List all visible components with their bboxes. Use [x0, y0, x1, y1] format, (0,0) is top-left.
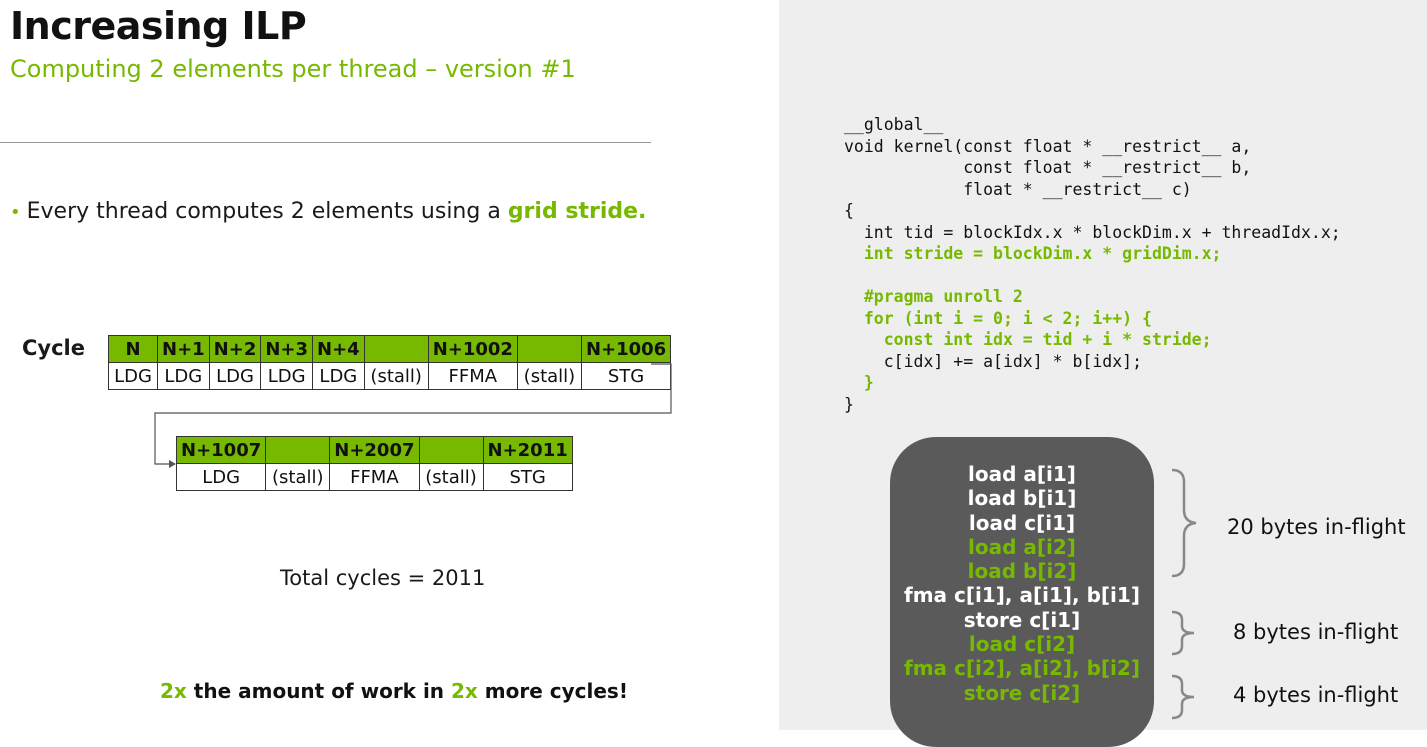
conclusion-factor: 2x [160, 679, 187, 703]
cycle-header-row: N+1007 N+2007 N+2011 [175, 436, 573, 464]
instruction-list: load a[i1] load b[i1] load c[i1] load a[… [890, 462, 1154, 705]
cycle-cell: N+2011 [482, 436, 573, 464]
code-line-highlight: } [844, 373, 874, 392]
cycle-cell: N+4 [312, 335, 365, 363]
instruction-cell: LDG [208, 362, 262, 390]
cycle-cell [418, 436, 484, 464]
instruction-cell: FFMA [329, 463, 420, 491]
slide-title: Increasing ILP [10, 4, 307, 48]
instruction-row: LDG LDG LDG LDG LDG (stall) FFMA (stall)… [108, 362, 672, 390]
instruction-line-highlight: store c[i2] [963, 680, 1081, 705]
conclusion-text-part: more cycles! [477, 679, 628, 703]
code-line: void kernel(const float * __restrict__ a… [844, 136, 1252, 156]
code-line: } [844, 394, 854, 414]
pipeline-row-2: N+1007 N+2007 N+2011 LDG (stall) FFMA (s… [175, 436, 573, 491]
instruction-line: load a[i1] [968, 462, 1076, 486]
bullet-text: Every thread computes 2 elements using a [26, 199, 508, 224]
code-block: __global__void kernel(const float * __re… [844, 114, 1341, 415]
instruction-line: load b[i1] [967, 486, 1077, 511]
code-line-highlight: const int idx = tid + i * stride; [844, 330, 1212, 349]
slide-subtitle: Computing 2 elements per thread – versio… [10, 55, 576, 83]
code-line-highlight: #pragma unroll 2 [844, 287, 1023, 306]
instruction-cell: STG [482, 463, 573, 491]
code-line: int tid = blockIdx.x * blockDim.x + thre… [844, 222, 1341, 242]
instruction-line: fma c[i1], a[i1], b[i1] [904, 583, 1140, 608]
in-flight-label: 4 bytes in-flight [1233, 683, 1399, 707]
total-cycles: Total cycles = 2011 [280, 566, 486, 590]
cycle-cell: N+1 [157, 335, 210, 363]
cycle-cell [363, 335, 429, 363]
cycle-label: Cycle [22, 336, 85, 360]
instruction-cell: LDG [260, 362, 314, 390]
brace-icon [1171, 674, 1195, 720]
cycle-cell: N+1002 [427, 335, 518, 363]
conclusion-text: 2x the amount of work in 2x more cycles! [160, 679, 628, 703]
instruction-line-highlight: load b[i2] [967, 559, 1077, 584]
cycle-cell: N+2 [208, 335, 262, 363]
bullet-point: • Every thread computes 2 elements using … [10, 199, 646, 224]
instruction-line: load c[i1] [968, 510, 1076, 535]
cycle-cell: N+2007 [329, 436, 420, 464]
stall-cell: (stall) [516, 362, 582, 390]
instruction-line-highlight: load a[i2] [968, 534, 1076, 559]
cycle-cell: N+1006 [580, 335, 672, 363]
conclusion-text-part: the amount of work in [186, 679, 451, 703]
stall-cell: (stall) [265, 463, 331, 491]
stall-cell: (stall) [363, 362, 429, 390]
instruction-cell: STG [580, 362, 672, 390]
cycle-header-row: N N+1 N+2 N+3 N+4 N+1002 N+1006 [108, 335, 672, 363]
code-line-highlight: int stride = blockDim.x * gridDim.x; [844, 244, 1222, 263]
instruction-line-highlight: fma c[i2], a[i2], b[i2] [904, 656, 1140, 681]
title-divider [0, 142, 651, 143]
stall-cell: (stall) [418, 463, 484, 491]
instruction-cell: LDG [108, 362, 158, 390]
in-flight-label: 20 bytes in-flight [1227, 515, 1406, 539]
brace-icon [1171, 468, 1197, 578]
instruction-cell: LDG [312, 362, 365, 390]
cycle-cell [516, 335, 582, 363]
instruction-line: store c[i1] [963, 607, 1081, 632]
code-line-highlight: for (int i = 0; i < 2; i++) { [844, 308, 1152, 328]
instruction-cell: LDG [175, 463, 267, 491]
instruction-line-highlight: load c[i2] [968, 632, 1076, 657]
cycle-cell: N [108, 335, 158, 363]
brace-icon [1171, 610, 1195, 656]
instruction-cell: LDG [157, 362, 210, 390]
bullet-marker: • [10, 202, 21, 223]
cycle-cell: N+1007 [175, 436, 267, 464]
instruction-row: LDG (stall) FFMA (stall) STG [175, 463, 573, 491]
code-line: __global__ [844, 115, 944, 134]
conclusion-factor: 2x [451, 679, 478, 703]
instruction-cell: FFMA [427, 362, 518, 390]
cycle-cell [265, 436, 331, 464]
cycle-cell: N+3 [260, 335, 314, 363]
in-flight-label: 8 bytes in-flight [1233, 620, 1399, 644]
code-line: const float * __restrict__ b, [844, 158, 1252, 177]
code-line: c[idx] += a[idx] * b[idx]; [844, 351, 1143, 371]
bullet-highlight: grid stride. [507, 199, 647, 224]
code-line: { [844, 201, 854, 220]
code-line: float * __restrict__ c) [844, 179, 1192, 199]
pipeline-row-1: N N+1 N+2 N+3 N+4 N+1002 N+1006 LDG LDG … [108, 335, 672, 390]
